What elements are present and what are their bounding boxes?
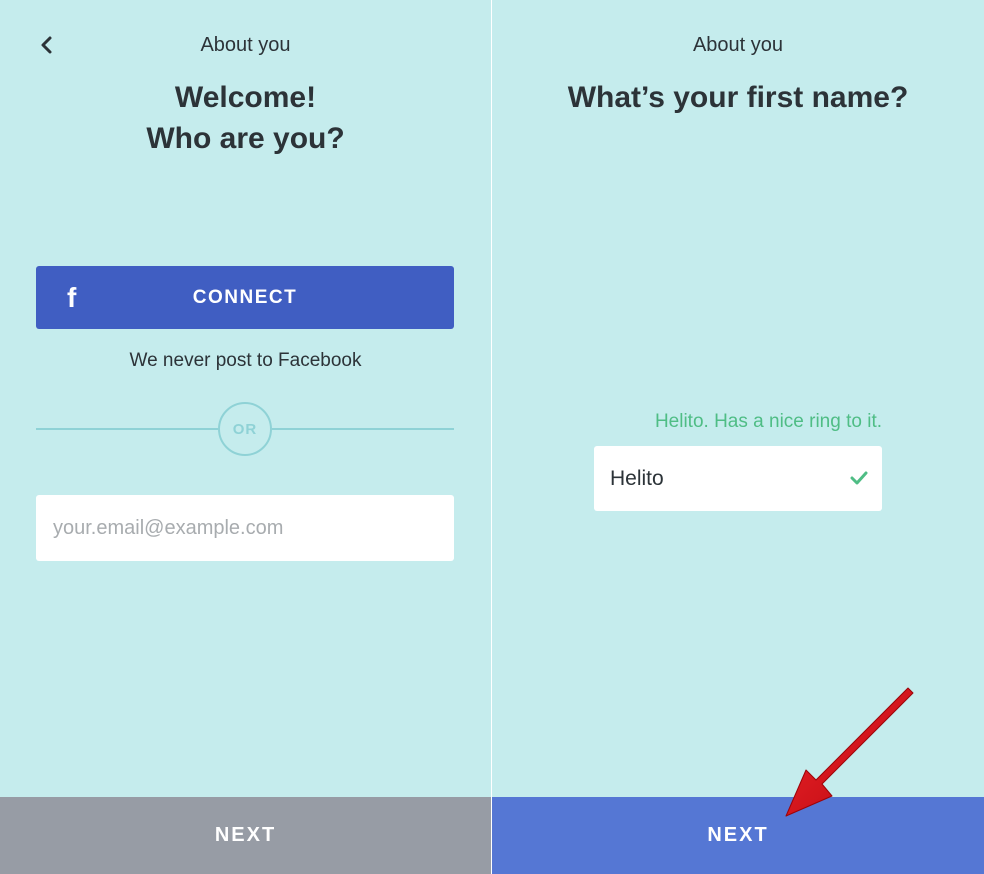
heading-line-1: Welcome! — [174, 81, 317, 114]
next-button-disabled[interactable]: NEXT — [0, 797, 491, 874]
about-you-email-screen: About you Welcome! Who are you? f CONNEC… — [0, 0, 491, 874]
header-title: About you — [200, 34, 291, 56]
separator-line-left — [36, 428, 218, 430]
header-title: About you — [692, 34, 784, 56]
heading-line-2: Who are you? — [146, 122, 345, 155]
name-validation-hint: Helito. Has a nice ring to it. — [654, 411, 882, 432]
about-you-name-screen: About you What’s your first name? Helito… — [492, 0, 984, 874]
or-separator: OR — [218, 402, 272, 456]
facebook-connect-label: CONNECT — [192, 286, 298, 308]
first-name-heading: What’s your first name? — [567, 81, 909, 114]
checkmark-icon — [850, 471, 868, 485]
facebook-connect-button[interactable]: f CONNECT — [36, 266, 454, 329]
separator-line-right — [272, 428, 454, 430]
facebook-privacy-note: We never post to Facebook — [129, 350, 362, 371]
welcome-heading: Welcome! Who are you? — [0, 77, 491, 159]
first-name-value: Helito — [610, 466, 664, 490]
next-button[interactable]: NEXT — [492, 797, 984, 874]
email-input[interactable] — [36, 495, 454, 561]
first-name-input[interactable]: Helito — [594, 446, 882, 511]
